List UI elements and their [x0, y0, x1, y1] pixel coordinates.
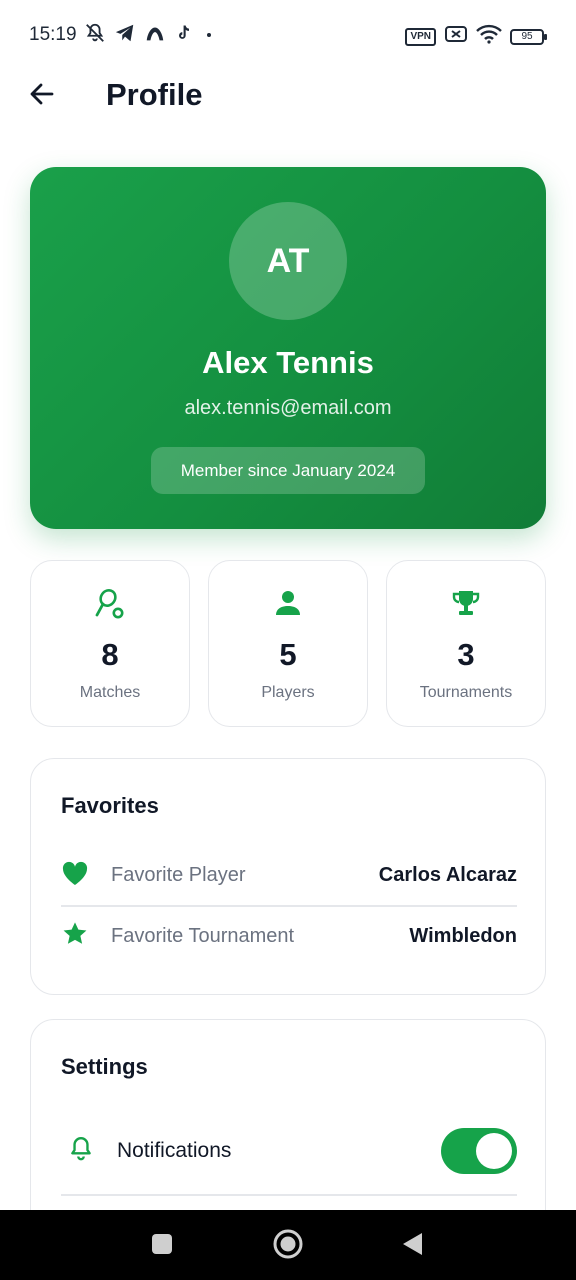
app-icon — [144, 22, 166, 49]
stat-label: Matches — [79, 684, 141, 701]
notifications-toggle[interactable] — [441, 1128, 517, 1174]
notifications-label: Notifications — [117, 1139, 232, 1162]
favorite-player-label: Favorite Player — [111, 863, 246, 886]
toggle-knob — [476, 1133, 512, 1169]
trophy-icon — [449, 587, 483, 626]
favorite-tournament-value: Wimbledon — [409, 924, 517, 947]
racket-icon — [93, 587, 127, 626]
favorite-tournament-row[interactable]: Favorite Tournament Wimbledon — [61, 906, 517, 966]
favorite-tournament-label: Favorite Tournament — [111, 924, 295, 947]
home-button[interactable] — [266, 1224, 310, 1268]
page-title: Profile — [106, 77, 203, 112]
back-button[interactable] — [20, 72, 64, 120]
battery-icon: 95 — [510, 28, 547, 45]
divider — [61, 1194, 517, 1196]
profile-name: Alex Tennis — [202, 345, 374, 380]
favorite-player-row[interactable]: Favorite Player Carlos Alcaraz — [61, 845, 517, 905]
home-icon — [272, 1228, 304, 1265]
favorite-player-value: Carlos Alcaraz — [378, 863, 517, 886]
heart-icon — [61, 860, 89, 891]
profile-screen: 15:19 VPN 95 Profile AT Alex Tennis alex… — [0, 0, 576, 1280]
wifi-icon — [476, 24, 502, 49]
profile-card: AT Alex Tennis alex.tennis@email.com Mem… — [30, 167, 546, 529]
stat-card-tournaments: 3 Tournaments — [386, 560, 546, 727]
back-triangle-icon — [400, 1231, 424, 1262]
telegram-icon — [114, 22, 136, 49]
bell-icon — [68, 1135, 94, 1168]
stat-card-matches: 8 Matches — [30, 560, 190, 727]
profile-email: alex.tennis@email.com — [184, 397, 392, 419]
status-bar: 15:19 VPN 95 — [0, 0, 576, 70]
vpn-icon: VPN — [405, 27, 436, 46]
avatar: AT — [229, 202, 347, 320]
stat-value: 3 — [457, 637, 475, 672]
stat-label: Tournaments — [419, 684, 513, 701]
status-time: 15:19 — [29, 24, 77, 45]
dot-icon — [202, 22, 216, 49]
person-icon — [271, 587, 305, 626]
stat-value: 5 — [279, 637, 297, 672]
status-left-icons — [84, 22, 216, 49]
notifications-row: Notifications — [61, 1121, 517, 1181]
system-nav-bar — [0, 1210, 576, 1280]
stat-value: 8 — [101, 637, 119, 672]
recents-button[interactable] — [140, 1224, 184, 1268]
favorites-title: Favorites — [61, 793, 159, 818]
settings-title: Settings — [61, 1054, 148, 1079]
recents-icon — [150, 1232, 174, 1261]
favorites-card: Favorites Favorite Player Carlos Alcaraz… — [30, 758, 546, 995]
nav-back-button[interactable] — [390, 1224, 434, 1268]
sim-icon — [444, 25, 468, 48]
stat-card-players: 5 Players — [208, 560, 368, 727]
mute-icon — [84, 22, 106, 49]
stat-label: Players — [261, 684, 315, 701]
star-icon — [61, 920, 89, 953]
member-since-badge: Member since January 2024 — [151, 447, 425, 494]
arrow-left-icon — [28, 80, 56, 113]
tiktok-icon — [174, 22, 194, 49]
status-right-icons: VPN 95 — [405, 24, 547, 49]
